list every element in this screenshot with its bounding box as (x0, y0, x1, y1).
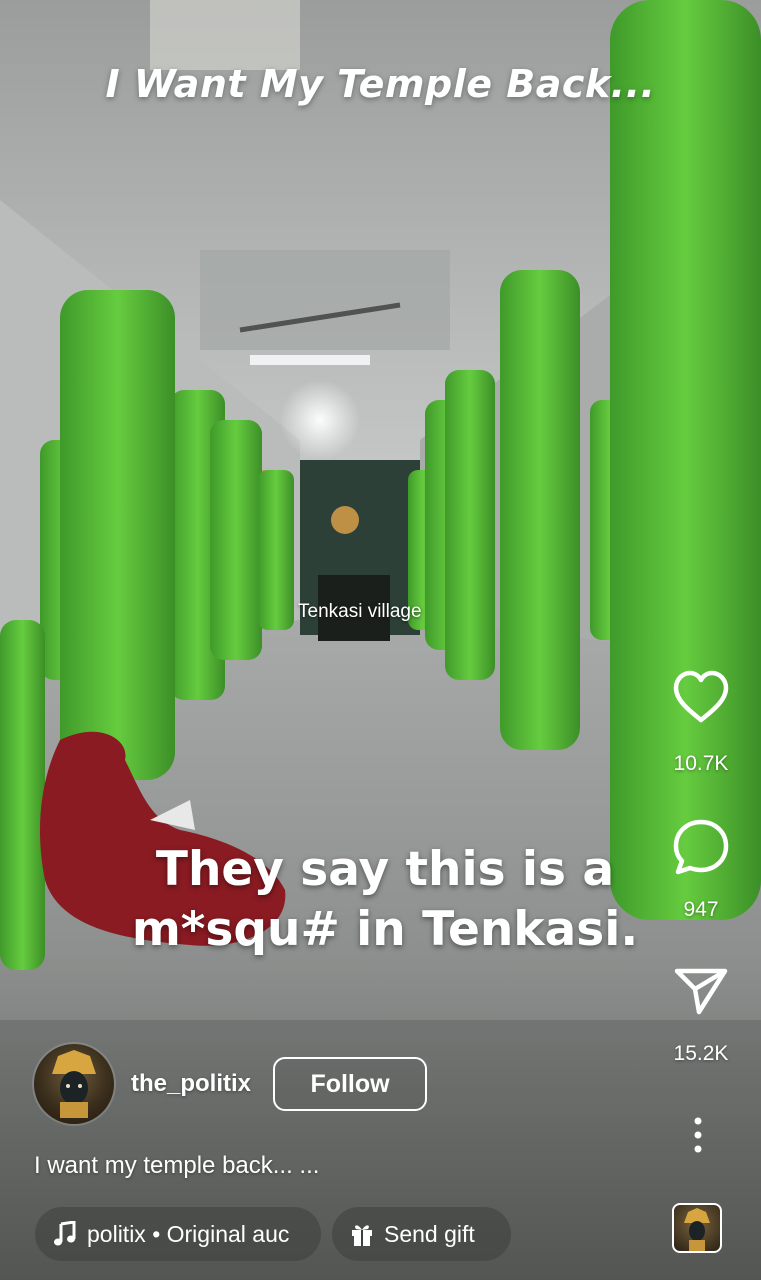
caption-line-1: They say this is a (155, 842, 615, 897)
more-options-button[interactable] (688, 1117, 708, 1153)
share-count: 15.2K (673, 1042, 729, 1065)
deity-thumbnail-image (684, 1208, 710, 1251)
heart-icon[interactable] (651, 670, 751, 724)
post-description[interactable]: I want my temple back... ... (34, 1152, 319, 1180)
author-row: the_politix Follow (34, 1043, 428, 1125)
comment-count: 947 (683, 898, 719, 921)
like-action[interactable]: 10.7K (651, 670, 751, 776)
deity-avatar-image (52, 1050, 96, 1118)
share-icon[interactable] (651, 966, 751, 1016)
send-gift-chip[interactable]: Send gift (332, 1207, 511, 1261)
comment-action[interactable]: 947 (651, 818, 751, 922)
audio-thumbnail[interactable] (672, 1203, 722, 1253)
gift-label: Send gift (384, 1220, 475, 1247)
username[interactable]: the_politix (131, 1070, 251, 1098)
location-tag: Tenkasi village (298, 601, 422, 622)
caption-line-2: m*squ# in Tenkasi. (131, 902, 639, 957)
gift-icon (352, 1225, 372, 1246)
share-action[interactable]: 15.2K (651, 966, 751, 1066)
video-title-overlay: I Want My Temple Back... (105, 62, 656, 106)
comment-icon[interactable] (651, 818, 751, 876)
original-audio-chip[interactable]: politix • Original auc (35, 1207, 321, 1261)
video-caption-overlay: They say this is a m*squ# in Tenkasi. (100, 840, 670, 960)
music-note-icon (54, 1221, 76, 1246)
like-count: 10.7K (673, 752, 729, 775)
avatar[interactable] (34, 1044, 114, 1124)
follow-button[interactable]: Follow (273, 1057, 428, 1111)
audio-label: politix • Original auc (87, 1220, 290, 1247)
more-icon (694, 1117, 702, 1153)
